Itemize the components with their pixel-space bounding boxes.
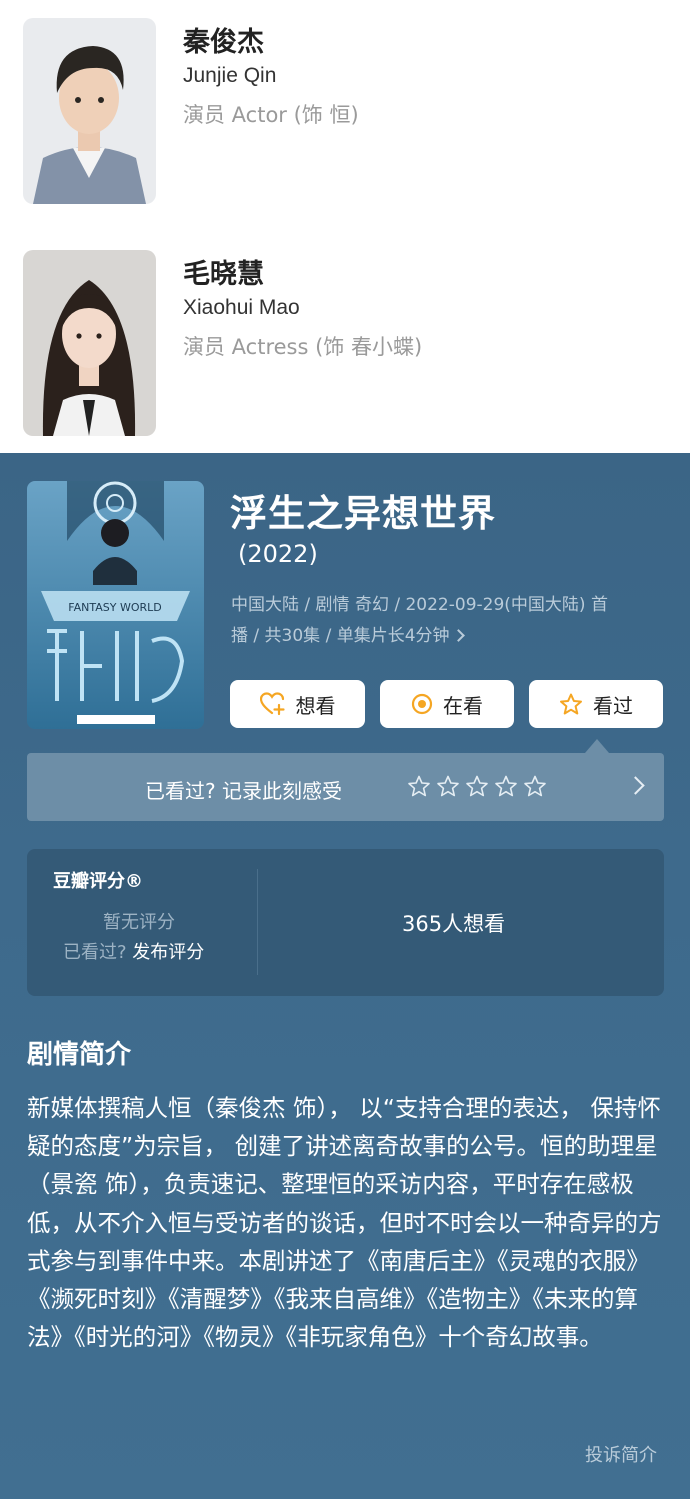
cast-name[interactable]: 毛晓慧 — [183, 252, 264, 291]
watching-label: 在看 — [443, 693, 483, 718]
synopsis-heading: 剧情简介 — [27, 1040, 132, 1070]
movie-meta[interactable]: 中国大陆 / 剧情 奇幻 / 2022-09-29(中国大陆) 首 播 / 共3… — [231, 590, 671, 652]
chevron-right-icon — [451, 629, 465, 642]
chevron-right-icon — [626, 776, 645, 795]
want-label: 想看 — [295, 693, 336, 718]
watched-label: 看过 — [593, 693, 633, 718]
star-rating[interactable] — [407, 775, 547, 798]
cast-role: 演员 Actor (饰 恒) — [183, 103, 359, 127]
poster-title: FANTASY WORLD — [68, 601, 161, 614]
target-icon — [411, 693, 433, 715]
heart-plus-icon — [259, 692, 286, 716]
cast-list: 秦俊杰 Junjie Qin 演员 Actor (饰 恒) 毛晓慧 Xiaohu… — [0, 0, 690, 453]
movie-detail-panel: FANTASY WORLD 浮生之异想世界 (2022) 中国大陆 / 剧情 奇… — [0, 453, 690, 1499]
meta-line-2-text: 播 / 共30集 / 单集片长4分钟 — [231, 626, 450, 646]
star-outline-icon[interactable] — [523, 775, 547, 798]
star-outline-icon[interactable] — [436, 775, 460, 798]
publish-score-prompt[interactable]: 已看过? 发布评分 — [63, 938, 204, 964]
publish-score-link[interactable]: 发布评分 — [132, 942, 204, 963]
cast-item[interactable]: 秦俊杰 Junjie Qin 演员 Actor (饰 恒) — [23, 18, 663, 204]
cast-role: 演员 Actress (饰 春小蝶) — [183, 335, 423, 359]
star-icon — [559, 693, 583, 716]
divider — [257, 869, 258, 975]
want-button[interactable]: 想看 — [230, 680, 365, 728]
douban-score-card: 豆瓣评分® 暂无评分 已看过? 发布评分 365人想看 — [27, 849, 664, 996]
cast-item[interactable]: 毛晓慧 Xiaohui Mao 演员 Actress (饰 春小蝶) — [23, 250, 663, 436]
bubble-pointer — [585, 739, 609, 753]
synopsis-body: 新媒体撰稿人恒（秦俊杰 饰）， 以“支持合理的表达， 保持怀疑的态度”为宗旨， … — [27, 1094, 662, 1352]
cast-name[interactable]: 秦俊杰 — [183, 20, 264, 59]
avatar[interactable] — [23, 18, 156, 204]
watching-button[interactable]: 在看 — [380, 680, 514, 728]
score-title: 豆瓣评分® — [53, 871, 143, 892]
movie-year: (2022) — [238, 540, 318, 568]
want-count: 365人想看 — [402, 912, 506, 936]
star-outline-icon[interactable] — [407, 775, 431, 798]
seen-prefix: 已看过? — [63, 942, 133, 963]
report-synopsis-link[interactable]: 投诉简介 — [585, 1441, 657, 1467]
rate-prompt-bar[interactable]: 已看过? 记录此刻感受 — [27, 753, 664, 821]
no-score-text: 暂无评分 — [103, 912, 175, 933]
movie-title: 浮生之异想世界 — [230, 492, 496, 535]
movie-poster[interactable]: FANTASY WORLD — [27, 481, 204, 729]
cast-name-en: Junjie Qin — [183, 64, 277, 87]
star-outline-icon[interactable] — [465, 775, 489, 798]
star-outline-icon[interactable] — [494, 775, 518, 798]
meta-line-2: 播 / 共30集 / 单集片长4分钟 — [231, 621, 671, 652]
watched-button[interactable]: 看过 — [529, 680, 663, 728]
meta-line-1: 中国大陆 / 剧情 奇幻 / 2022-09-29(中国大陆) 首 — [231, 595, 608, 615]
avatar[interactable] — [23, 250, 156, 436]
cast-name-en: Xiaohui Mao — [183, 296, 300, 319]
rate-prompt: 已看过? 记录此刻感受 — [145, 779, 342, 803]
